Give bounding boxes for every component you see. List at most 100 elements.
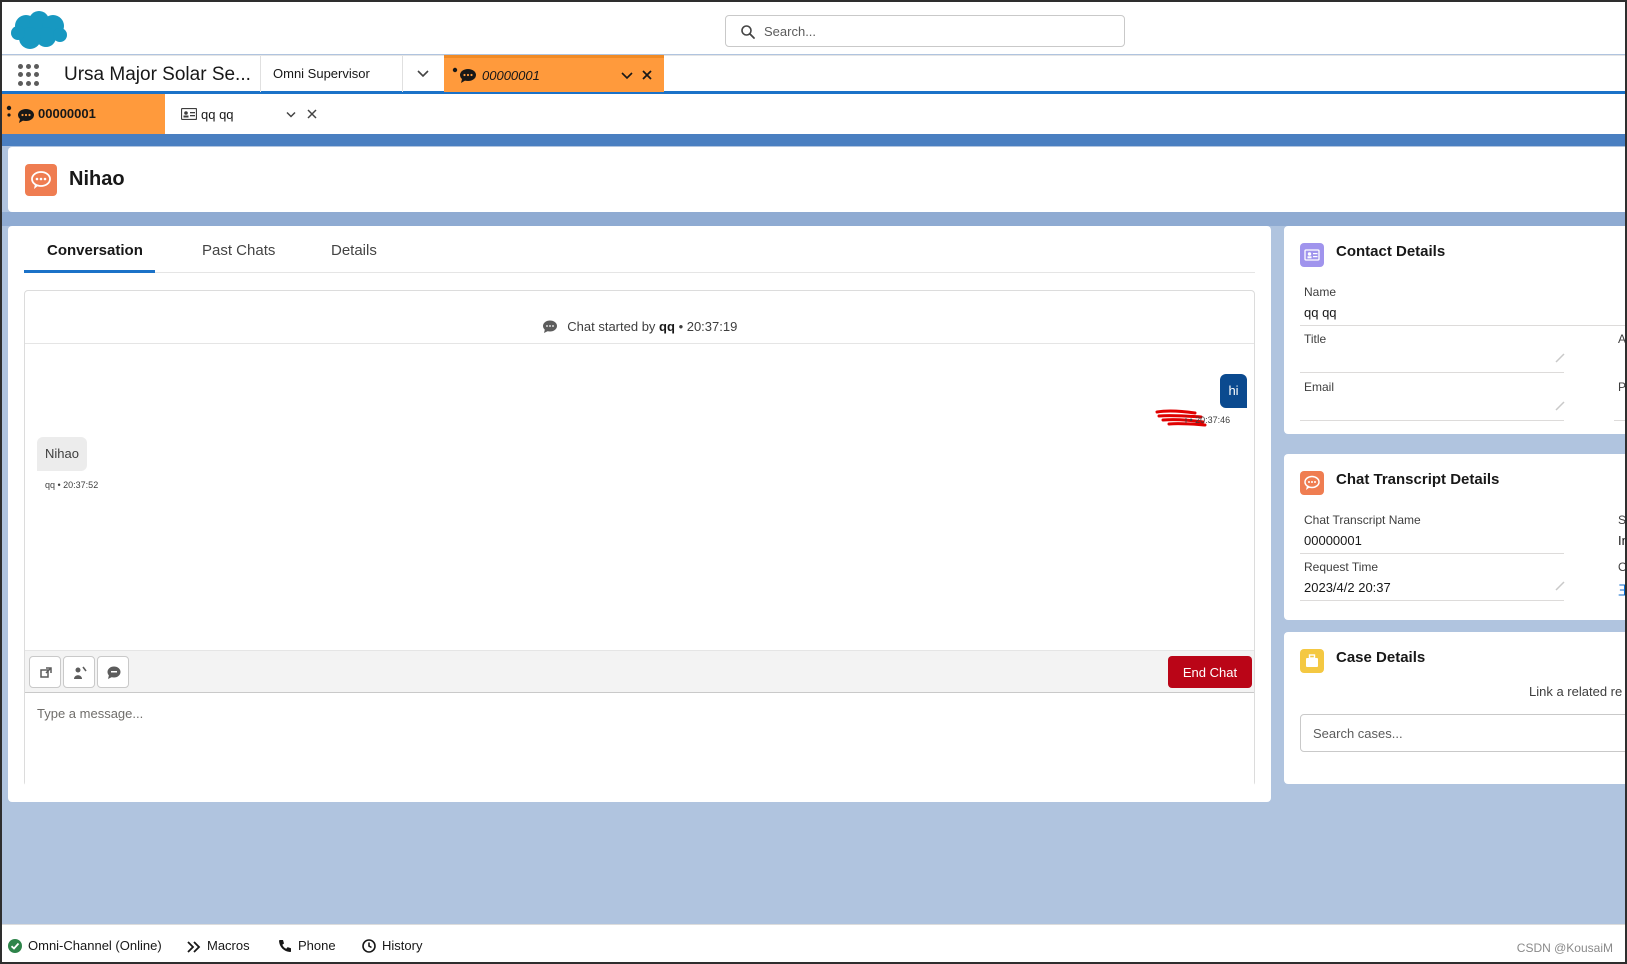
message-composer[interactable] [25, 692, 1254, 786]
nav-menu-dropdown[interactable] [404, 56, 444, 92]
utility-item-label: Phone [298, 938, 336, 953]
incoming-message: Nihao [37, 437, 87, 471]
field-value-cut: In [1618, 533, 1625, 548]
chevron-down-icon[interactable] [620, 69, 634, 83]
end-chat-button[interactable]: End Chat [1168, 656, 1252, 688]
workspace-tab-chat[interactable]: 00000001 [444, 55, 664, 92]
contact-details-title: Contact Details [1336, 243, 1446, 260]
owner-link[interactable]: 王 [1618, 580, 1625, 599]
record-title: Nihao [69, 168, 125, 190]
chat-transcript-icon [1300, 471, 1324, 495]
contact-icon [1300, 243, 1324, 267]
field-value-transcript-name: 00000001 [1304, 533, 1362, 548]
quick-text-button[interactable] [97, 656, 129, 688]
chat-icon [542, 320, 557, 333]
chat-icon [107, 666, 121, 679]
field-label-name: Name [1304, 285, 1337, 299]
close-icon[interactable] [306, 108, 318, 120]
field-label-request-time: Request Time [1304, 560, 1379, 574]
app-name: Ursa Major Solar Se... [64, 64, 251, 85]
field-label-cut: St [1618, 513, 1627, 527]
field-label-cut: A [1618, 332, 1627, 346]
search-icon [741, 25, 755, 39]
salesforce-logo-icon[interactable] [10, 9, 68, 51]
chat-started-prefix: Chat started by [567, 319, 656, 334]
subtab-bar: 00000001 qq qq [2, 94, 1625, 134]
phone-icon [279, 940, 291, 952]
chevron-down-icon[interactable] [285, 109, 297, 121]
app-frame: Ursa Major Solar Se... Omni Supervisor 0… [0, 0, 1627, 964]
chat-window: Chat started by qq • 20:37:19 hi i • 20:… [24, 290, 1255, 786]
macros-icon [187, 941, 201, 953]
nav-item-label: Omni Supervisor [273, 66, 370, 81]
utility-item-omni-channel[interactable]: Omni-Channel (Online) [8, 938, 162, 953]
field-divider [1300, 600, 1564, 601]
message-input[interactable] [25, 693, 1254, 786]
nav-item-omni-supervisor[interactable]: Omni Supervisor [260, 56, 403, 92]
subtab-chat-transcript[interactable]: 00000001 [2, 94, 165, 134]
conversation-card: Conversation Past Chats Details Chat sta… [8, 226, 1271, 802]
close-icon[interactable] [640, 68, 654, 82]
case-search[interactable] [1300, 714, 1625, 752]
raise-hand-icon [74, 666, 87, 679]
field-label-title: Title [1304, 332, 1327, 346]
field-label-transcript-name: Chat Transcript Name [1304, 513, 1421, 527]
field-divider [1300, 325, 1625, 326]
field-value-request-time: 2023/4/2 20:37 [1304, 580, 1391, 595]
outgoing-message-meta: i • 20:37:46 [1185, 415, 1231, 425]
chat-started-text: Chat started by qq • 20:37:19 [25, 319, 1254, 334]
chat-icon [452, 67, 476, 83]
utility-item-macros[interactable]: Macros [187, 938, 250, 953]
transfer-button[interactable] [29, 656, 61, 688]
edit-pencil-icon[interactable] [1554, 580, 1566, 592]
chat-transcript-details-title: Chat Transcript Details [1336, 471, 1500, 488]
chat-transcript-icon [25, 164, 57, 196]
link-related-record-text: Link a related re [1529, 684, 1623, 699]
utility-item-phone[interactable]: Phone [278, 938, 336, 953]
global-search[interactable] [725, 15, 1125, 47]
navigation-bar: Ursa Major Solar Se... Omni Supervisor 0… [2, 55, 1625, 94]
tab-conversation[interactable]: Conversation [47, 242, 143, 259]
case-details-title: Case Details [1336, 649, 1426, 666]
chevron-down-icon [417, 70, 429, 78]
watermark: CSDN @KousaiM [1516, 941, 1613, 955]
case-search-input[interactable] [1313, 723, 1625, 743]
field-value-name: qq qq [1304, 305, 1337, 320]
field-divider [1300, 372, 1564, 373]
record-header: Nihao [8, 147, 1625, 212]
conversation-tabs: Conversation Past Chats Details [24, 226, 1255, 273]
field-label-cut: Pl [1618, 380, 1627, 394]
global-search-input[interactable] [764, 20, 1114, 42]
field-divider [1300, 553, 1564, 554]
utility-item-label: Macros [207, 938, 250, 953]
subtab-label: qq qq [201, 107, 234, 122]
transfer-icon [40, 667, 52, 678]
check-circle-icon [8, 939, 22, 953]
tab-details[interactable]: Details [331, 242, 377, 259]
subtab-contact[interactable]: qq qq [165, 94, 325, 134]
background-pattern [2, 212, 1625, 226]
chat-started-banner: Chat started by qq • 20:37:19 [25, 291, 1254, 344]
chat-icon [6, 105, 34, 123]
workspace-tab-label: 00000001 [482, 68, 540, 83]
chat-started-user: qq [659, 319, 675, 334]
chat-transcript-details-card: Chat Transcript Details Chat Transcript … [1284, 454, 1627, 620]
background-pattern [2, 134, 1625, 146]
field-label-email: Email [1304, 380, 1335, 394]
contact-card-icon [181, 108, 197, 120]
edit-pencil-icon[interactable] [1554, 352, 1566, 364]
request-help-button[interactable] [63, 656, 95, 688]
utility-item-history[interactable]: History [362, 938, 422, 953]
global-header [2, 2, 1625, 54]
composer-toolbar: End Chat [25, 650, 1254, 692]
active-tab-indicator [24, 270, 155, 273]
tab-past-chats[interactable]: Past Chats [202, 242, 275, 259]
app-launcher-icon[interactable] [18, 64, 40, 86]
outgoing-message: hi [1220, 374, 1247, 408]
case-icon [1300, 649, 1324, 673]
utility-item-label: Omni-Channel (Online) [28, 938, 162, 953]
edit-pencil-icon[interactable] [1554, 400, 1566, 412]
clock-icon [362, 939, 376, 953]
field-divider [1614, 420, 1625, 421]
field-label-cut: O [1618, 560, 1627, 574]
